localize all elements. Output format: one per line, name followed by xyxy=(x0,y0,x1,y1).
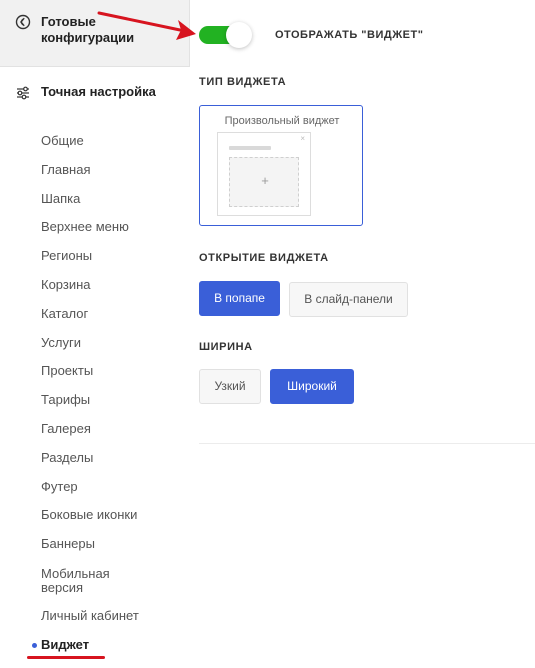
sidebar-item-footer[interactable]: Футер xyxy=(0,476,190,505)
sidebar-item-label: Мобильная версия xyxy=(41,565,110,595)
sidebar-item-label: Шапка xyxy=(41,190,81,206)
sidebar-item-catalog[interactable]: Каталог xyxy=(0,303,190,332)
sidebar-item-account[interactable]: Личный кабинет xyxy=(0,605,190,634)
sidebar-item-label: Корзина xyxy=(41,276,91,292)
sidebar-item-label: Верхнее меню xyxy=(41,219,129,235)
sidebar-item-services[interactable]: Услуги xyxy=(0,332,190,361)
widget-type-title: ТИП ВИДЖЕТА xyxy=(199,76,287,88)
section-divider xyxy=(199,443,535,444)
sidebar-presets-label: Готовые конфигурации xyxy=(41,14,135,45)
annotation-underline xyxy=(27,656,105,659)
sidebar-item-label: Разделы xyxy=(41,449,94,465)
show-widget-toggle[interactable] xyxy=(199,22,257,48)
close-icon: × xyxy=(300,134,305,143)
sidebar-section-list: Общие Главная Шапка Верхнее меню Регионы… xyxy=(0,130,190,663)
sidebar-fine-tuning-label: Точная настройка xyxy=(41,84,156,99)
plus-icon: + xyxy=(261,173,269,188)
open-in-popup-button[interactable]: В попапе xyxy=(199,281,280,316)
active-dot-icon xyxy=(32,642,37,648)
sidebar-item-label: Виджет xyxy=(41,636,90,652)
show-widget-label: ОТОБРАЖАТЬ "ВИДЖЕТ" xyxy=(275,29,424,41)
sidebar-item-label: Баннеры xyxy=(41,536,95,552)
sidebar-item-regions[interactable]: Регионы xyxy=(0,245,190,274)
sidebar-item-label: Футер xyxy=(41,478,78,494)
sidebar-item-cart[interactable]: Корзина xyxy=(0,274,190,303)
sidebar-item-label: Общие xyxy=(41,133,84,148)
sidebar-item-fine-tuning[interactable]: Точная настройка xyxy=(0,84,190,120)
sidebar-item-label: Тарифы xyxy=(41,392,91,408)
sidebar-item-presets[interactable]: Готовые конфигурации xyxy=(0,0,190,67)
width-title: ШИРИНА xyxy=(199,341,253,353)
widget-preview: × + xyxy=(217,132,311,216)
sidebar-item-top-menu[interactable]: Верхнее меню xyxy=(0,216,190,245)
sidebar-item-home[interactable]: Главная xyxy=(0,159,190,188)
sidebar-item-label: Личный кабинет xyxy=(41,607,139,623)
sidebar-item-tariffs[interactable]: Тарифы xyxy=(0,389,190,418)
widget-type-card-label: Произвольный виджет xyxy=(224,115,340,127)
width-wide-button[interactable]: Широкий xyxy=(270,369,354,404)
sidebar-item-label: Боковые иконки xyxy=(41,507,138,523)
open-in-slide-panel-button[interactable]: В слайд-панели xyxy=(289,282,408,317)
sidebar-item-header[interactable]: Шапка xyxy=(0,188,190,217)
sidebar-item-mobile[interactable]: Мобильная версия xyxy=(0,562,150,605)
sidebar-item-side-icons[interactable]: Боковые иконки xyxy=(0,504,190,533)
sidebar-item-label: Главная xyxy=(41,161,91,177)
sidebar-item-general[interactable]: Общие xyxy=(0,130,190,159)
sidebar-item-label: Регионы xyxy=(41,248,93,264)
sidebar-item-label: Услуги xyxy=(41,334,81,350)
sliders-icon xyxy=(17,86,29,100)
presets-icon xyxy=(15,14,31,30)
settings-sidebar: Готовые конфигурации Точная настройка Об… xyxy=(0,0,190,668)
sidebar-item-projects[interactable]: Проекты xyxy=(0,360,190,389)
sidebar-item-sections[interactable]: Разделы xyxy=(0,447,190,476)
sidebar-item-label: Каталог xyxy=(41,305,89,321)
preview-title-bar xyxy=(229,146,271,150)
width-narrow-button[interactable]: Узкий xyxy=(199,369,261,404)
sidebar-item-gallery[interactable]: Галерея xyxy=(0,418,190,447)
toggle-knob xyxy=(226,22,252,48)
widget-type-custom-card[interactable]: Произвольный виджет × + xyxy=(199,105,363,226)
preview-dropzone: + xyxy=(229,157,299,207)
sidebar-item-label: Галерея xyxy=(41,420,91,436)
sidebar-item-label: Проекты xyxy=(41,363,94,379)
sidebar-item-banners[interactable]: Баннеры xyxy=(0,533,190,562)
widget-open-title: ОТКРЫТИЕ ВИДЖЕТА xyxy=(199,252,329,264)
